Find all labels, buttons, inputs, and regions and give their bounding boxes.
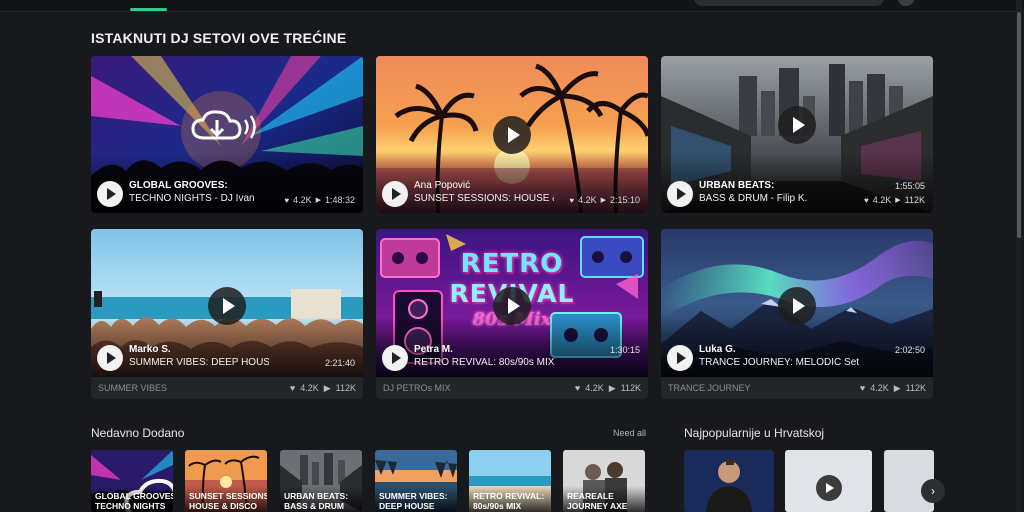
card-thumbnail[interactable]: GLOBAL GROOVES: TECHNO NIGHTS - DJ Ivan … [91, 56, 363, 213]
duration: 1:55:05 [894, 181, 925, 191]
duration: 2:02:50 [894, 345, 925, 355]
likes-count: 4.2K [585, 382, 604, 393]
recent-section-title: Nedavno Dodano [91, 426, 185, 440]
card-subtitle: SUMMER VIBES: DEEP HOUSE [129, 357, 269, 368]
card-stats: ♥ 4.2K ▶ 112K [860, 383, 926, 394]
card-subtitle: SUNSET SESSIONS: HOUSE & [414, 193, 554, 204]
card-artist: Luka G. [699, 344, 736, 355]
play-count-icon: ▶ [323, 382, 331, 393]
recent-item[interactable]: RETRO REVIVAL: 80s/90s MIX [469, 450, 551, 512]
heart-icon: ♥ [574, 382, 581, 393]
card-artist: Ana Popović [414, 180, 471, 191]
card-thumbnail[interactable]: Luka G. TRANCE JOURNEY: MELODIC Set 2:02… [661, 229, 933, 377]
likes-count: 4.2K [578, 195, 597, 205]
play-count-icon: ▶ [608, 382, 616, 393]
search-input[interactable] [694, 0, 884, 6]
featured-card[interactable]: Marko S. SUMMER VIBES: DEEP HOUSE 2:21:4… [91, 229, 363, 399]
likes-count: 4.2K [293, 195, 312, 205]
play-button[interactable] [382, 181, 408, 207]
card-stats: ♥ 4.2K ▶ 112K [290, 383, 356, 394]
duration: 1:30:15 [609, 345, 640, 355]
duration: 2:21:40 [324, 358, 355, 368]
play-count-icon: ▶ [893, 382, 901, 393]
cloud-download-icon [191, 110, 256, 140]
recent-item[interactable]: REAREALE JOURNEY AXE [563, 450, 645, 512]
recent-item-label: URBAN BEATS: BASS & DRUM [284, 491, 349, 511]
card-artist: Marko S. [129, 344, 171, 355]
card-footer-label: DJ PETROs MIX [383, 383, 451, 393]
card-footer: TRANCE JOURNEY ♥ 4.2K ▶ 112K [661, 377, 933, 399]
chevron-right-icon[interactable]: › [921, 479, 945, 503]
recent-item-label: RETRO REVIVAL: 80s/90s MIX [473, 491, 545, 511]
play-button[interactable] [493, 115, 531, 154]
card-stats: ♥ 4.2K ▶ 1:48:32 [284, 195, 355, 205]
featured-section-title: ISTAKNUTI DJ SETOVI OVE TREĆINE [91, 30, 347, 46]
likes-count: 4.2K [300, 382, 319, 393]
card-subtitle: RETRO REVIVAL: 80s/90s MIX [414, 357, 555, 368]
scrollbar-thumb[interactable] [1017, 12, 1021, 238]
play-count-icon: ▶ [315, 197, 321, 204]
card-subtitle: TECHNO NIGHTS - DJ Ivan [129, 193, 255, 204]
recent-item[interactable]: SUMMER VIBES: DEEP HOUSE [375, 450, 457, 512]
card-stats: ♥ 4.2K ▶ 112K [575, 383, 641, 394]
dj-portrait-thumbnail [684, 450, 774, 512]
heart-icon: ♥ [289, 382, 296, 393]
heart-icon: ♥ [863, 195, 869, 205]
card-artist: GLOBAL GROOVES: [129, 180, 228, 191]
play-count-icon: ▶ [895, 197, 901, 204]
card-footer: DJ PETROs MIX ♥ 4.2K ▶ 112K [376, 377, 648, 399]
likes-count: 4.2K [872, 195, 892, 205]
art-title-line1: RETRO [460, 249, 564, 279]
recent-item[interactable]: GLOBAL GROOVES: TECHNO NIGHTS [91, 450, 173, 512]
play-count: 112K [905, 382, 926, 393]
popular-section-title: Najpopularnije u Hrvatskoj [684, 426, 825, 440]
play-button[interactable] [667, 345, 693, 371]
play-count: 112K [904, 195, 925, 205]
card-stats: ♥ 4.2K ▶ 112K [864, 195, 925, 205]
play-button[interactable] [815, 475, 842, 501]
card-artist: Petra M. [414, 344, 453, 355]
recent-item-label: SUMMER VIBES: DEEP HOUSE [379, 491, 448, 511]
active-tab-indicator [130, 8, 167, 11]
card-stats: ♥ 4.2K ▶ 2:15:10 [569, 195, 640, 205]
likes-count: 4.2K [870, 382, 889, 393]
card-subtitle: BASS & DRUM - Filip K. [699, 193, 808, 204]
play-button[interactable] [97, 181, 123, 207]
popular-item[interactable] [785, 450, 872, 512]
card-footer: SUMMER VIBES ♥ 4.2K ▶ 112K [91, 377, 363, 399]
play-button[interactable] [382, 345, 408, 371]
duration: 2:15:10 [609, 195, 640, 205]
recent-item[interactable]: SUNSET SESSIONS: HOUSE & DISCO [185, 450, 267, 512]
play-button[interactable] [97, 345, 123, 371]
card-artist: URBAN BEATS: [699, 180, 775, 191]
recent-item-label: REAREALE JOURNEY AXE [567, 491, 628, 511]
card-footer-label: TRANCE JOURNEY [668, 383, 751, 393]
recent-item[interactable]: URBAN BEATS: BASS & DRUM [280, 450, 362, 512]
play-button[interactable] [778, 106, 816, 145]
play-button[interactable] [667, 181, 693, 207]
card-subtitle: TRANCE JOURNEY: MELODIC Set [699, 357, 859, 368]
popular-item[interactable] [684, 450, 774, 512]
card-thumbnail[interactable]: Ana Popović SUNSET SESSIONS: HOUSE & ♥ 4… [376, 56, 648, 213]
featured-card[interactable]: Luka G. TRANCE JOURNEY: MELODIC Set 2:02… [661, 229, 933, 399]
heart-icon: ♥ [859, 382, 866, 393]
play-count: 112K [620, 382, 641, 393]
see-all-link[interactable]: Need all [613, 428, 646, 438]
card-thumbnail[interactable]: Marko S. SUMMER VIBES: DEEP HOUSE 2:21:4… [91, 229, 363, 377]
card-footer-label: SUMMER VIBES [98, 383, 168, 393]
play-count-icon: ▶ [600, 197, 606, 204]
play-count: 112K [335, 382, 356, 393]
featured-card[interactable]: GLOBAL GROOVES: TECHNO NIGHTS - DJ Ivan … [91, 56, 363, 213]
featured-card[interactable]: Ana Popović SUNSET SESSIONS: HOUSE & ♥ 4… [376, 56, 648, 213]
featured-card[interactable]: RETRO REVIVAL 80s Mix Petra M. RETRO REV… [376, 229, 648, 399]
heart-icon: ♥ [284, 195, 290, 205]
recent-item-label: GLOBAL GROOVES: TECHNO NIGHTS [95, 491, 173, 511]
recent-item-label: SUNSET SESSIONS: HOUSE & DISCO [189, 491, 267, 511]
featured-card[interactable]: URBAN BEATS: BASS & DRUM - Filip K. 1:55… [661, 56, 933, 213]
card-thumbnail[interactable]: RETRO REVIVAL 80s Mix Petra M. RETRO REV… [376, 229, 648, 377]
duration: 1:48:32 [324, 195, 355, 205]
card-thumbnail[interactable]: URBAN BEATS: BASS & DRUM - Filip K. 1:55… [661, 56, 933, 213]
heart-icon: ♥ [569, 195, 575, 205]
